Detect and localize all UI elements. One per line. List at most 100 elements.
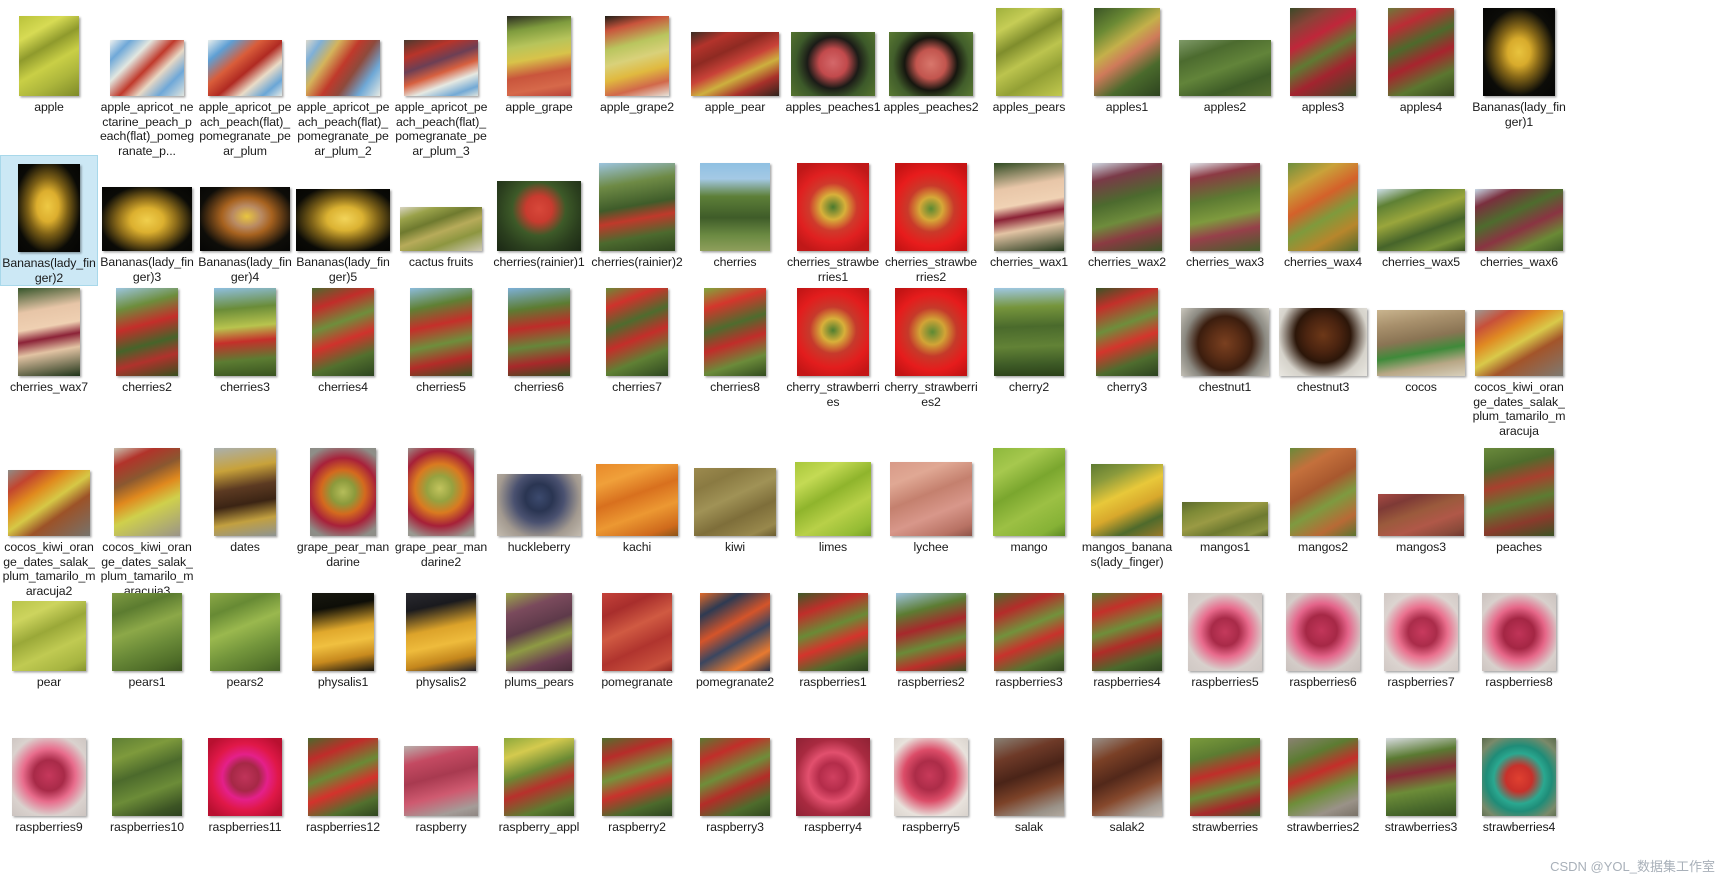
file-tile[interactable]: dates — [196, 440, 294, 555]
thumbnail-image[interactable] — [784, 575, 882, 671]
thumbnail-image[interactable] — [882, 720, 980, 816]
file-tile[interactable]: apple — [0, 0, 98, 115]
file-tile[interactable]: raspberry3 — [686, 720, 784, 835]
thumbnail-image[interactable] — [294, 575, 392, 671]
thumbnail-image[interactable] — [196, 155, 294, 251]
file-tile[interactable]: raspberries6 — [1274, 575, 1372, 690]
file-tile[interactable]: Bananas(lady_finger)1 — [1470, 0, 1568, 129]
thumbnail-image[interactable] — [0, 0, 98, 96]
file-tile[interactable]: apples_pears — [980, 0, 1078, 115]
file-tile[interactable]: cherry_strawberries2 — [882, 280, 980, 409]
file-tile[interactable]: apple_grape2 — [588, 0, 686, 115]
thumbnail-image[interactable] — [784, 440, 882, 536]
file-tile[interactable]: plums_pears — [490, 575, 588, 690]
thumbnail-image[interactable] — [1274, 575, 1372, 671]
file-tile[interactable]: strawberries3 — [1372, 720, 1470, 835]
thumbnail-image[interactable] — [1470, 280, 1568, 376]
file-tile[interactable]: salak2 — [1078, 720, 1176, 835]
thumbnail-image[interactable] — [980, 155, 1078, 251]
file-tile[interactable]: cactus fruits — [392, 155, 490, 270]
thumbnail-image[interactable] — [1470, 155, 1568, 251]
file-tile[interactable]: raspberries10 — [98, 720, 196, 835]
file-tile[interactable]: raspberry4 — [784, 720, 882, 835]
file-tile[interactable]: raspberries11 — [196, 720, 294, 835]
thumbnail-image[interactable] — [882, 440, 980, 536]
file-tile[interactable]: cherries3 — [196, 280, 294, 395]
file-tile[interactable]: cherries2 — [98, 280, 196, 395]
thumbnail-image[interactable] — [588, 720, 686, 816]
file-tile[interactable]: raspberries12 — [294, 720, 392, 835]
thumbnail-image[interactable] — [1372, 720, 1470, 816]
thumbnail-image[interactable] — [686, 440, 784, 536]
thumbnail-image[interactable] — [686, 720, 784, 816]
thumbnail-image[interactable] — [196, 440, 294, 536]
thumbnail-image[interactable] — [1372, 155, 1470, 251]
file-tile[interactable]: apples3 — [1274, 0, 1372, 115]
file-tile[interactable]: pears1 — [98, 575, 196, 690]
file-tile[interactable]: Bananas(lady_finger)4 — [196, 155, 294, 284]
file-tile[interactable]: mangos2 — [1274, 440, 1372, 555]
file-tile[interactable]: cherries_wax7 — [0, 280, 98, 395]
file-tile[interactable]: raspberries3 — [980, 575, 1078, 690]
thumbnail-image[interactable] — [392, 0, 490, 96]
file-tile[interactable]: apple_pear — [686, 0, 784, 115]
thumbnail-image[interactable] — [196, 575, 294, 671]
thumbnail-image[interactable] — [980, 0, 1078, 96]
thumbnail-image[interactable] — [1176, 720, 1274, 816]
thumbnail-image[interactable] — [980, 440, 1078, 536]
file-tile[interactable]: cherry2 — [980, 280, 1078, 395]
thumbnail-image[interactable] — [392, 720, 490, 816]
thumbnail-image[interactable] — [0, 720, 98, 816]
file-tile[interactable]: Bananas(lady_finger)3 — [98, 155, 196, 284]
thumbnail-image[interactable] — [784, 155, 882, 251]
file-tile[interactable]: cherries(rainier)1 — [490, 155, 588, 270]
file-tile[interactable]: lychee — [882, 440, 980, 555]
thumbnail-image[interactable] — [686, 280, 784, 376]
file-tile[interactable]: cherries_wax1 — [980, 155, 1078, 270]
file-tile[interactable]: physalis2 — [392, 575, 490, 690]
file-tile[interactable]: huckleberry — [490, 440, 588, 555]
thumbnail-image[interactable] — [1078, 155, 1176, 251]
file-tile[interactable]: raspberries4 — [1078, 575, 1176, 690]
thumbnail-image[interactable] — [686, 575, 784, 671]
file-tile[interactable]: apple_apricot_peach_peach(flat)_pomegran… — [196, 0, 294, 158]
thumbnail-image[interactable] — [1372, 0, 1470, 96]
thumbnail-image[interactable] — [1078, 720, 1176, 816]
thumbnail-image[interactable] — [980, 575, 1078, 671]
thumbnail-image[interactable] — [294, 280, 392, 376]
thumbnail-image[interactable] — [1176, 280, 1274, 376]
thumbnail-image[interactable] — [686, 0, 784, 96]
file-tile[interactable]: cherries_wax5 — [1372, 155, 1470, 270]
file-tile[interactable]: raspberry5 — [882, 720, 980, 835]
file-tile[interactable]: strawberries2 — [1274, 720, 1372, 835]
thumbnail-image[interactable] — [686, 155, 784, 251]
thumbnail-image[interactable] — [294, 720, 392, 816]
file-tile[interactable]: pears2 — [196, 575, 294, 690]
thumbnail-image[interactable] — [98, 0, 196, 96]
file-tile[interactable]: cherries_wax3 — [1176, 155, 1274, 270]
file-tile[interactable]: raspberries7 — [1372, 575, 1470, 690]
thumbnail-image[interactable] — [784, 720, 882, 816]
thumbnail-image[interactable] — [392, 280, 490, 376]
file-tile[interactable]: raspberry — [392, 720, 490, 835]
file-tile[interactable]: cherries — [686, 155, 784, 270]
thumbnail-image[interactable] — [294, 440, 392, 536]
thumbnail-image[interactable] — [980, 720, 1078, 816]
thumbnail-image[interactable] — [1176, 440, 1274, 536]
file-tile[interactable]: kachi — [588, 440, 686, 555]
thumbnail-image[interactable] — [784, 0, 882, 96]
file-tile[interactable]: cherries_wax6 — [1470, 155, 1568, 270]
thumbnail-image[interactable] — [1078, 575, 1176, 671]
thumbnail-image[interactable] — [98, 575, 196, 671]
file-tile[interactable]: cherry_strawberries — [784, 280, 882, 409]
file-tile-selected[interactable]: Bananas(lady_finger)2 — [0, 155, 98, 287]
thumbnail-image[interactable] — [98, 440, 196, 536]
thumbnail-image[interactable] — [98, 155, 196, 251]
file-tile[interactable]: kiwi — [686, 440, 784, 555]
thumbnail-image[interactable] — [294, 0, 392, 96]
thumbnail-image[interactable] — [490, 280, 588, 376]
file-tile[interactable]: apple_apricot_nectarine_peach_peach(flat… — [98, 0, 196, 158]
thumbnail-image[interactable] — [98, 280, 196, 376]
thumbnail-image[interactable] — [490, 440, 588, 536]
thumbnail-image[interactable] — [882, 155, 980, 251]
